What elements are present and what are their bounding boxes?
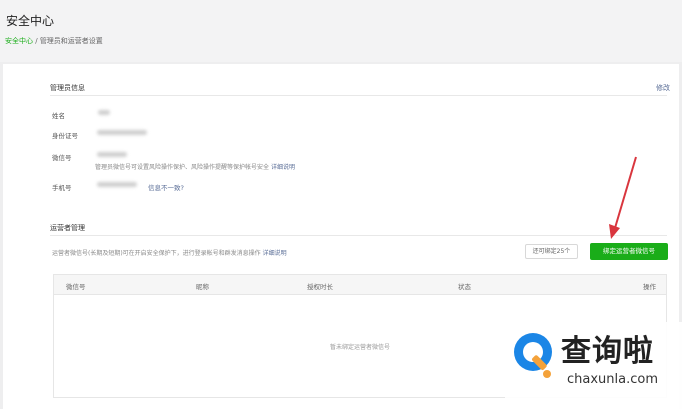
watermark-chinese-text: 查询啦: [561, 334, 654, 369]
magnifier-logo-icon: [514, 333, 552, 378]
watermark-english-text: chaxunla.com: [567, 372, 658, 387]
arrow-head: [609, 224, 620, 239]
watermark: 查询啦 chaxunla.com: [505, 322, 682, 409]
arrow-shaft: [614, 156, 637, 229]
